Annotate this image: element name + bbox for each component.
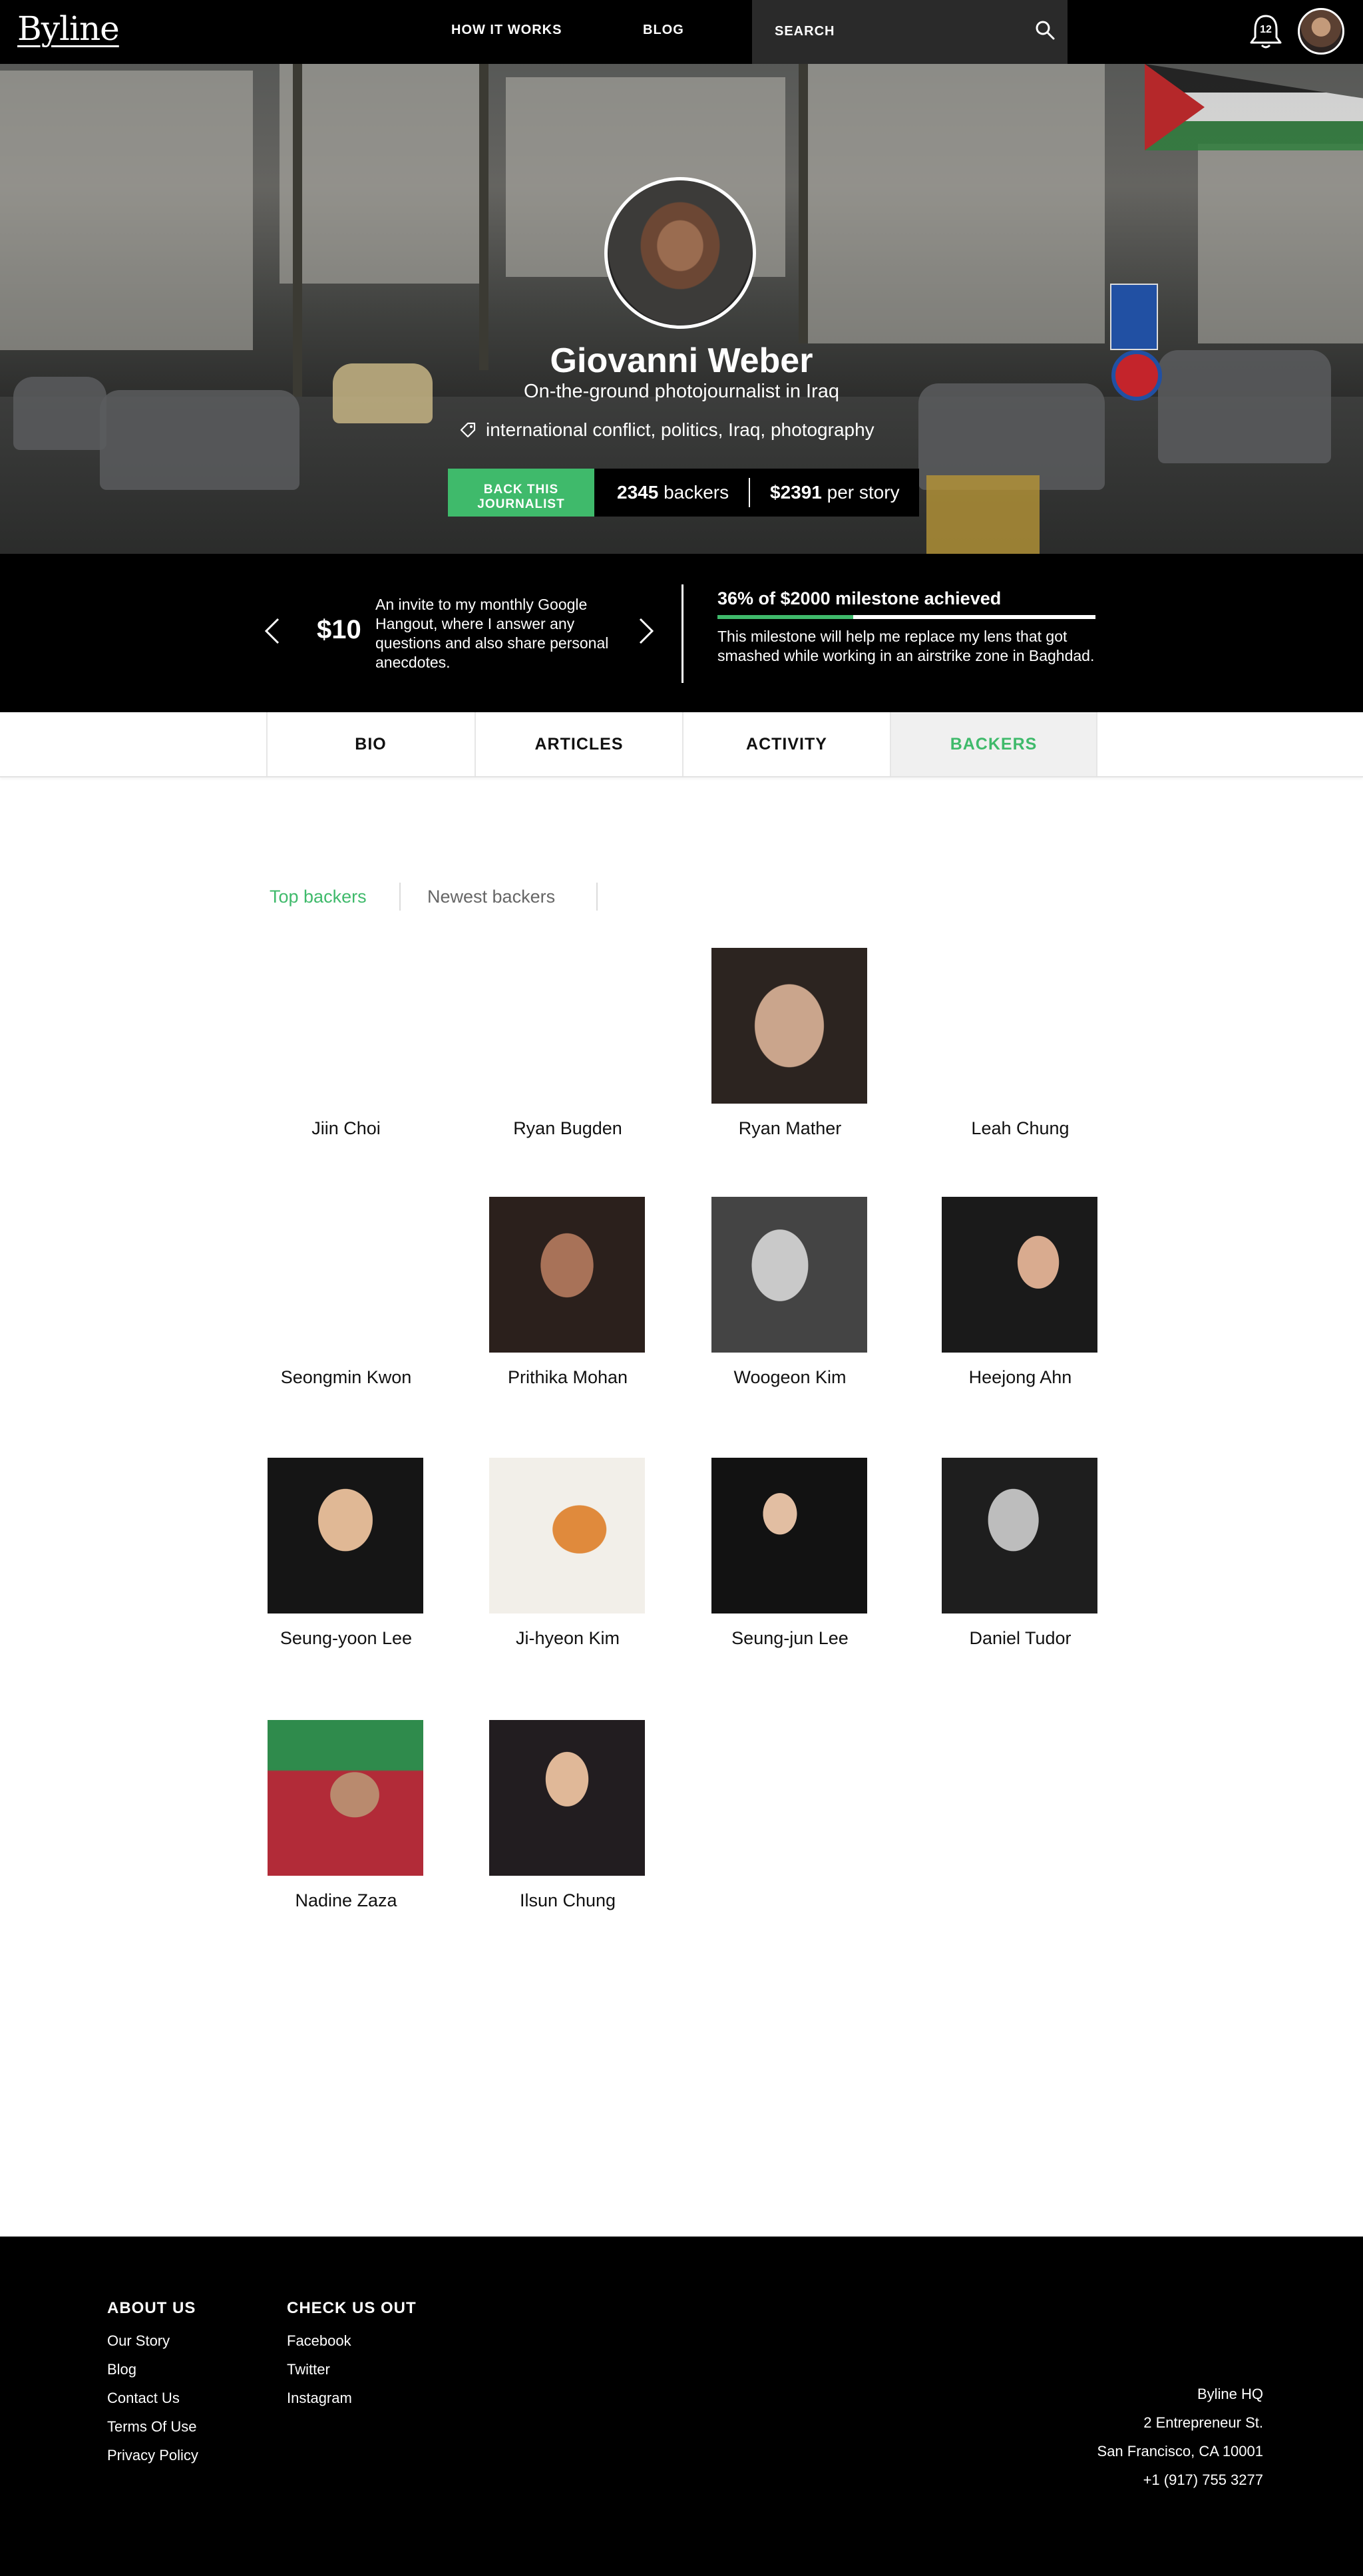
notification-count: 12 bbox=[1260, 24, 1272, 35]
footer-phone[interactable]: +1 (917) 755 3277 bbox=[1143, 2471, 1263, 2489]
tab-articles[interactable]: ARTICLES bbox=[475, 712, 682, 776]
footer-link-our-story[interactable]: Our Story bbox=[107, 2332, 170, 2350]
nav-how-it-works[interactable]: HOW IT WORKS bbox=[451, 23, 562, 38]
tab-backers[interactable]: BACKERS bbox=[890, 712, 1097, 776]
footer-link-contact-us[interactable]: Contact Us bbox=[107, 2390, 180, 2407]
backer-name: Ji-hyeon Kim bbox=[515, 1628, 620, 1648]
stats-divider bbox=[749, 478, 750, 507]
reward-description: An invite to my monthly Google Hangout, … bbox=[375, 596, 609, 671]
backer-photo bbox=[711, 1197, 867, 1353]
tag-icon bbox=[460, 422, 476, 438]
milestone-description: This milestone will help me replace my l… bbox=[717, 628, 1095, 664]
backer-name: Seung-jun Lee bbox=[731, 1628, 849, 1648]
search-box bbox=[752, 0, 1068, 64]
backers-count: 2345 bbox=[617, 482, 659, 503]
backers-stat: 2345 backers bbox=[617, 482, 729, 503]
backer-photo bbox=[489, 1720, 645, 1876]
palm-tree bbox=[799, 64, 808, 343]
subtab-divider bbox=[399, 883, 401, 911]
backer-photo bbox=[268, 1458, 423, 1613]
footer-link-facebook[interactable]: Facebook bbox=[287, 2332, 351, 2350]
stats-bar: 2345 backers $2391 per story bbox=[594, 469, 919, 517]
backer-photo bbox=[711, 948, 867, 1104]
barrier bbox=[926, 475, 1040, 554]
backer-name: Ryan Bugden bbox=[513, 1118, 622, 1138]
background-car bbox=[100, 390, 299, 490]
backer-photo bbox=[942, 1197, 1097, 1353]
reward-amount: $10 bbox=[317, 615, 361, 644]
back-journalist-button[interactable]: BACK THIS JOURNALIST bbox=[448, 469, 594, 517]
milestone-section: $10 An invite to my monthly Google Hango… bbox=[0, 554, 1363, 712]
footer-about-heading: ABOUT US bbox=[107, 2299, 196, 2317]
journalist-tags: international conflict, politics, Iraq, … bbox=[459, 419, 875, 441]
backers-label: backers bbox=[664, 482, 729, 503]
user-avatar[interactable] bbox=[1298, 8, 1344, 55]
subtab-top-backers[interactable]: Top backers bbox=[270, 887, 367, 907]
backer-photo bbox=[942, 1458, 1097, 1613]
milestone-progress-bar bbox=[717, 615, 1095, 619]
tags-text: international conflict, politics, Iraq, … bbox=[486, 419, 875, 440]
footer-check-heading: CHECK US OUT bbox=[287, 2299, 417, 2317]
background-building bbox=[799, 64, 1105, 343]
tab-activity[interactable]: ACTIVITY bbox=[682, 712, 890, 776]
chevron-right-icon[interactable] bbox=[638, 616, 655, 646]
footer-link-privacy[interactable]: Privacy Policy bbox=[107, 2447, 198, 2464]
footer-address-street: 2 Entrepreneur St. bbox=[1143, 2414, 1263, 2431]
profile-tabs: BIO ARTICLES ACTIVITY BACKERS bbox=[0, 712, 1363, 777]
search-icon[interactable] bbox=[1033, 19, 1057, 43]
background-building bbox=[0, 71, 253, 350]
top-navbar: Byline HOW IT WORKS BLOG 12 bbox=[0, 0, 1363, 64]
footer-link-blog[interactable]: Blog bbox=[107, 2361, 136, 2378]
backer-name: Nadine Zaza bbox=[295, 1890, 397, 1910]
backer-name: Seung-yoon Lee bbox=[280, 1628, 413, 1648]
background-building bbox=[1198, 144, 1363, 343]
byline-logo[interactable]: Byline bbox=[17, 9, 120, 48]
backer-name: Ilsun Chung bbox=[519, 1890, 616, 1910]
backer-name: Ryan Mather bbox=[738, 1118, 842, 1138]
nav-blog[interactable]: BLOG bbox=[643, 23, 684, 38]
milestone-progress-fill bbox=[717, 615, 854, 619]
backer-name: Leah Chung bbox=[971, 1118, 1070, 1138]
backer-name: Jiin Choi bbox=[311, 1118, 381, 1138]
per-story-label: per story bbox=[827, 482, 900, 503]
backer-photo bbox=[711, 1458, 867, 1613]
per-story-amount: $2391 bbox=[770, 482, 822, 503]
search-input[interactable] bbox=[775, 20, 1014, 43]
backer-name: Seongmin Kwon bbox=[280, 1367, 412, 1387]
milestone-divider bbox=[682, 584, 683, 683]
backer-name: Daniel Tudor bbox=[969, 1628, 1071, 1648]
per-story-stat: $2391 per story bbox=[770, 482, 900, 503]
backer-photo bbox=[489, 1197, 645, 1353]
tab-bio[interactable]: BIO bbox=[266, 712, 474, 776]
footer-link-twitter[interactable]: Twitter bbox=[287, 2361, 330, 2378]
chevron-left-icon[interactable] bbox=[264, 616, 281, 646]
milestone-title: 36% of $2000 milestone achieved bbox=[717, 588, 1002, 608]
subtab-newest-backers[interactable]: Newest backers bbox=[427, 887, 555, 907]
backer-name: Prithika Mohan bbox=[507, 1367, 628, 1387]
backer-photo bbox=[268, 1720, 423, 1876]
subtab-divider bbox=[596, 883, 598, 911]
backer-name: Heejong Ahn bbox=[968, 1367, 1072, 1387]
footer: ABOUT US Our Story Blog Contact Us Terms… bbox=[0, 2237, 1363, 2576]
back-button-line2: JOURNALIST bbox=[477, 497, 565, 511]
back-button-line1: BACK THIS bbox=[483, 483, 559, 497]
journalist-subtitle: On-the-ground photojournalist in Iraq bbox=[524, 381, 839, 402]
footer-link-instagram[interactable]: Instagram bbox=[287, 2390, 352, 2407]
journalist-avatar bbox=[604, 177, 756, 329]
background-building bbox=[280, 64, 479, 284]
footer-address-name: Byline HQ bbox=[1197, 2386, 1263, 2402]
backer-photo bbox=[489, 1458, 645, 1613]
backer-name: Woogeon Kim bbox=[733, 1367, 847, 1387]
street-sign bbox=[1110, 284, 1158, 350]
palm-tree bbox=[479, 64, 488, 370]
footer-address-city: San Francisco, CA 10001 bbox=[1097, 2443, 1263, 2460]
footer-link-terms[interactable]: Terms Of Use bbox=[107, 2418, 196, 2436]
journalist-name: Giovanni Weber bbox=[550, 341, 813, 380]
